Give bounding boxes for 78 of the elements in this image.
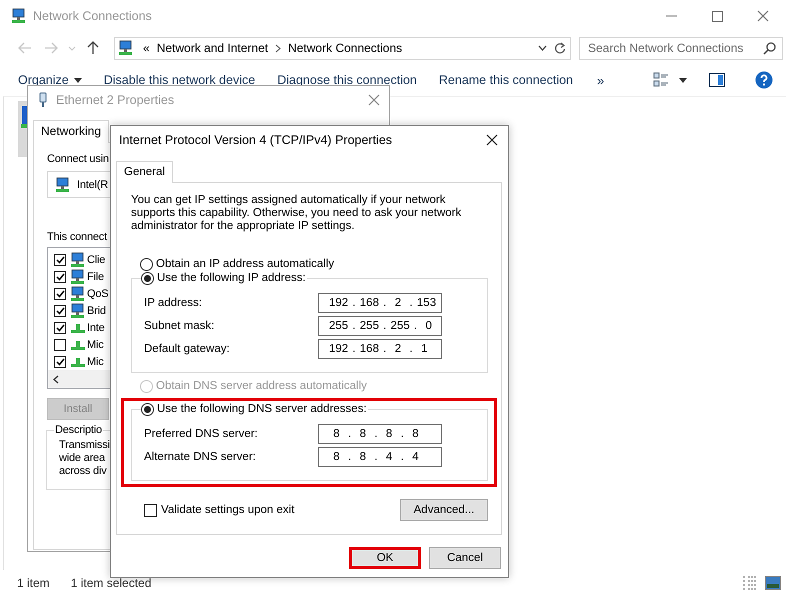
field-label: Preferred DNS server: <box>144 428 258 440</box>
refresh-icon[interactable] <box>554 42 566 54</box>
network-folder-icon <box>11 8 27 24</box>
tab[interactable]: Networking <box>33 120 110 143</box>
field-label: Connect usin <box>47 153 109 165</box>
caret-icon <box>74 78 82 82</box>
search-field[interactable]: Search Network Connections <box>579 36 783 60</box>
network-adapter-icon <box>21 106 27 128</box>
more-button[interactable]: » <box>597 72 604 88</box>
list-item-label[interactable]: Clie <box>87 254 106 266</box>
dialog-title: Ethernet 2 Properties <box>56 92 174 106</box>
dialog-title: Internet Protocol Version 4 (TCP/IPv4) Properties <box>119 133 392 147</box>
scroll-left-icon[interactable] <box>53 374 59 384</box>
field-label: Subnet mask: <box>144 320 214 332</box>
checkbox[interactable] <box>54 322 66 334</box>
ip-address-field[interactable]: 8 . 8 . 4 . 4 <box>318 447 442 467</box>
radio-button[interactable]: Use the following IP address: <box>141 271 306 285</box>
ethernet-icon <box>38 92 48 108</box>
network-service-icon <box>70 252 86 268</box>
maximize-icon[interactable] <box>712 10 722 22</box>
ok-button[interactable]: OK <box>349 547 421 569</box>
breadcrumb[interactable]: Network and Internet <box>156 41 268 55</box>
advanced-button[interactable]: Advanced... <box>400 499 488 521</box>
toolbar-button[interactable]: Organize <box>14 73 86 87</box>
list-item-label[interactable]: File <box>87 270 104 282</box>
checkbox[interactable] <box>54 304 66 316</box>
checkbox[interactable] <box>54 356 66 368</box>
adapter-name: Intel(R <box>77 178 108 190</box>
tab[interactable]: General <box>116 161 173 183</box>
list-item-label[interactable]: Mic <box>87 356 104 368</box>
ip-address-field[interactable]: 8 . 8 . 8 . 8 <box>318 424 442 444</box>
close-icon[interactable] <box>486 134 498 146</box>
preview-pane-icon[interactable] <box>709 73 725 87</box>
group-label: Descriptio <box>54 424 103 436</box>
network-folder-icon <box>118 40 134 56</box>
breadcrumb[interactable]: Network Connections <box>288 41 402 55</box>
list-item-label[interactable]: Inte <box>87 322 105 334</box>
field-label: Alternate DNS server: <box>144 451 256 463</box>
ip-address-field[interactable]: 192 . 168 . 2 . 153 <box>318 293 442 313</box>
field-label: Default gateway: <box>144 343 230 355</box>
ip-address-field[interactable]: 255 . 255 . 255 . 0 <box>318 316 442 336</box>
network-service-icon <box>70 302 86 318</box>
list-item-label[interactable]: Brid <box>87 304 106 316</box>
details-view-icon[interactable] <box>742 576 758 590</box>
caret-icon[interactable] <box>679 78 687 82</box>
minimize-icon[interactable] <box>666 15 676 17</box>
field-label: IP address: <box>144 297 202 309</box>
toolbar-button[interactable]: Disable this network device <box>100 73 260 87</box>
toolbar-button[interactable]: Diagnose this connection <box>273 73 421 87</box>
chevron-icon <box>275 44 282 52</box>
network-service-icon <box>70 286 86 302</box>
checkbox[interactable] <box>54 288 66 300</box>
field-label: This connect <box>47 231 107 243</box>
up-arrow-icon[interactable] <box>87 41 99 55</box>
cancel-button[interactable]: Cancel <box>429 547 501 569</box>
view-options-icon[interactable] <box>653 72 669 88</box>
overflow-chevron[interactable]: « <box>143 41 150 55</box>
list-item-label[interactable]: QoS <box>87 288 108 300</box>
toolbar-button[interactable]: Rename this connection <box>434 73 577 87</box>
checkbox[interactable] <box>54 254 66 266</box>
window-title: Network Connections <box>33 9 152 23</box>
address-bar[interactable]: « Network and Internet Network Connections <box>114 36 571 60</box>
intro-text: You can get IP settings assigned automatically if your network supports this capability. Otherwise, you need to ask your network administrator for the appropriate IP settings. <box>131 194 462 233</box>
checkbox[interactable] <box>54 338 66 350</box>
help-icon[interactable] <box>755 71 773 89</box>
selected-item-background[interactable] <box>18 101 28 157</box>
status-text: 1 item selected <box>70 577 152 590</box>
dropdown-icon[interactable] <box>538 45 547 51</box>
radio-button[interactable]: Use the following DNS server addresses: <box>141 402 367 416</box>
description-text: Transmissi wide area across div <box>59 439 111 478</box>
ip-address-field[interactable]: 192 . 168 . 2 . 1 <box>318 339 442 359</box>
checkbox[interactable] <box>54 270 66 282</box>
network-service-icon <box>70 268 86 284</box>
list-item-label[interactable]: Mic <box>87 338 104 350</box>
search-icon[interactable] <box>763 42 776 54</box>
status-text: 1 item <box>17 577 50 590</box>
network-adapter-icon <box>55 176 71 192</box>
checkbox[interactable]: Validate settings upon exit <box>144 504 294 516</box>
